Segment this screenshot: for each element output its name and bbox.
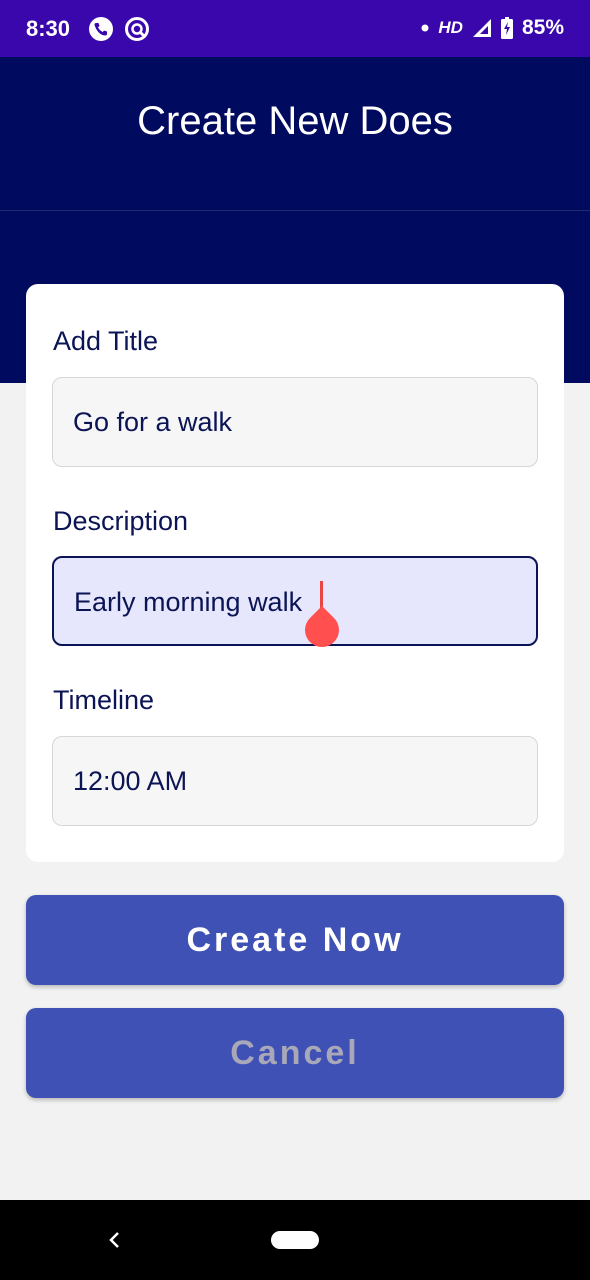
header-divider [0,210,590,211]
status-right-group: HD 85% [421,16,564,40]
timeline-input[interactable]: 12:00 AM [52,736,538,826]
signal-icon [472,19,491,37]
phone-call-icon [89,17,113,41]
battery-level: 85% [521,16,564,39]
page-title: Create New Does [137,99,453,143]
create-now-button[interactable]: Create Now [26,895,564,985]
network-type: HD [438,18,463,37]
back-icon[interactable] [104,1224,124,1256]
title-label: Add Title [53,326,159,356]
title-input[interactable]: Go for a walk [52,377,538,467]
status-bar: 8:30 HD 85% [0,0,590,57]
status-time: 8:30 [26,16,71,41]
cancel-button[interactable]: Cancel [26,1008,564,1098]
home-pill[interactable] [271,1231,319,1249]
timeline-label: Timeline [53,685,155,715]
battery-charging-icon [500,17,513,39]
dot-icon [421,24,429,32]
description-input[interactable]: Early morning walk [52,556,538,646]
description-label: Description [53,506,189,536]
vpn-icon [125,17,149,41]
navigation-bar [0,1200,590,1280]
form-card: Add Title Go for a walk Description Earl… [26,284,564,862]
